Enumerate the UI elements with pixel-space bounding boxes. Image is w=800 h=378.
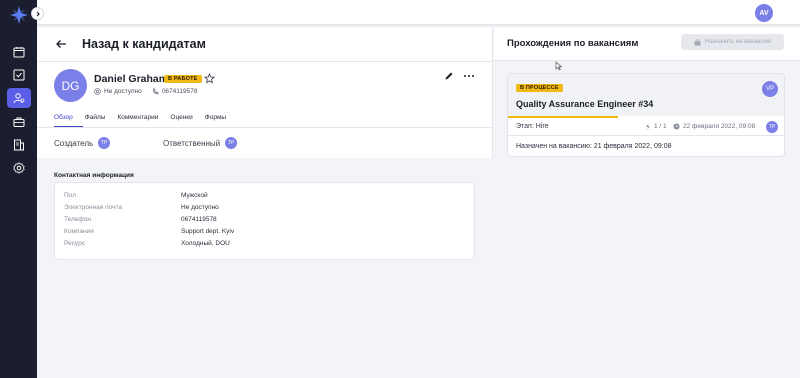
arrow-left-icon[interactable] bbox=[54, 37, 68, 51]
sidebar-collapse-button[interactable] bbox=[31, 7, 44, 20]
email-info: Не доступно bbox=[94, 88, 142, 95]
reports-icon bbox=[14, 139, 24, 151]
top-bar: AV bbox=[37, 0, 800, 26]
vacancies-title: Прохождения по вакансиям bbox=[507, 38, 639, 49]
tab-comments[interactable]: Комментарии bbox=[117, 111, 158, 126]
roles-row: Создатель TP Ответственный TP bbox=[54, 137, 474, 151]
tab-ratings[interactable]: Оценки bbox=[170, 111, 192, 126]
contact-value: Не доступно bbox=[181, 204, 219, 211]
tab-overview[interactable]: Обзор bbox=[54, 111, 73, 126]
vacancy-stage-count: 1 / 1 bbox=[645, 123, 667, 130]
responsible-avatar[interactable]: TP bbox=[225, 137, 238, 149]
contact-label: Электронная почта bbox=[64, 204, 123, 211]
page-title[interactable]: Назад к кандидатам bbox=[82, 37, 206, 51]
contact-card: Пол Мужской Электронная почта Не доступн… bbox=[54, 182, 475, 260]
assign-vacancy-label: Назначить на вакансию bbox=[705, 39, 771, 45]
contact-label: Ресурс bbox=[64, 240, 85, 247]
briefcase-icon bbox=[694, 39, 701, 46]
creator-label: Создатель bbox=[54, 138, 94, 148]
vacancy-stage-row: Этап: Hire 1 / 1 22 февраля 2022, 09:08 … bbox=[508, 118, 784, 136]
contact-value: Support dept. Kyiv bbox=[181, 228, 235, 235]
contact-label: Телефон bbox=[64, 216, 91, 223]
vacancies-panel: Прохождения по вакансиям Назначить на ва… bbox=[494, 28, 800, 378]
vacancy-stage-date: 22 февраля 2022, 09:08 bbox=[673, 123, 755, 130]
candidate-panel: Назад к кандидатам DG Daniel Graham В РА… bbox=[37, 28, 493, 378]
tab-bar: Обзор Файлы Комментарии Оценки Формы bbox=[54, 111, 238, 126]
contact-row: Пол Мужской bbox=[64, 192, 464, 202]
calendar-icon bbox=[13, 47, 25, 58]
checkbox-icon bbox=[13, 69, 25, 81]
logo-icon[interactable] bbox=[9, 5, 29, 25]
more-icon[interactable] bbox=[463, 72, 475, 80]
vacancy-title[interactable]: Quality Assurance Engineer #34 bbox=[516, 99, 653, 109]
phone-value[interactable]: 0674119578 bbox=[162, 88, 198, 95]
candidates-icon bbox=[13, 93, 25, 104]
sidebar-item-tasks[interactable] bbox=[7, 65, 31, 85]
vacancies-header: Прохождения по вакансиям Назначить на ва… bbox=[494, 28, 800, 61]
assign-vacancy-button[interactable]: Назначить на вакансию bbox=[681, 34, 784, 50]
sidebar bbox=[0, 0, 37, 378]
chevron-right-icon bbox=[36, 11, 40, 16]
candidate-avatar: DG bbox=[54, 69, 87, 102]
phone-icon bbox=[152, 88, 159, 95]
briefcase-icon bbox=[13, 117, 25, 127]
candidate-name: Daniel Graham bbox=[94, 73, 169, 85]
tab-files[interactable]: Файлы bbox=[85, 111, 106, 126]
stage-count-value: 1 / 1 bbox=[654, 123, 667, 130]
sidebar-item-reports[interactable] bbox=[7, 135, 31, 155]
contact-section-title: Контактная информация bbox=[54, 172, 134, 179]
vacancy-assigned-date: Назначен на вакансию: 21 февраля 2022, 0… bbox=[516, 143, 672, 150]
contact-row: Электронная почта Не доступно bbox=[64, 204, 464, 214]
at-icon bbox=[94, 88, 101, 95]
candidate-meta: Не доступно 0674119578 bbox=[94, 88, 207, 95]
star-icon[interactable] bbox=[204, 73, 215, 84]
vacancy-status-badge: В ПРОЦЕССЕ bbox=[516, 84, 563, 92]
vacancy-recruiter-avatar[interactable]: TP bbox=[766, 121, 778, 133]
contact-value: Холодный, DOU bbox=[181, 240, 230, 247]
vacancy-card-header: В ПРОЦЕССЕ Quality Assurance Engineer #3… bbox=[508, 74, 784, 116]
divider bbox=[37, 127, 493, 128]
contact-value: Мужской bbox=[181, 192, 208, 199]
sidebar-item-vacancies[interactable] bbox=[7, 112, 31, 132]
sidebar-item-settings[interactable] bbox=[7, 158, 31, 178]
contact-row: Ресурс Холодный, DOU bbox=[64, 240, 464, 250]
stage-date-value: 22 февраля 2022, 09:08 bbox=[683, 123, 756, 130]
contact-label: Компания bbox=[64, 228, 94, 235]
back-link[interactable]: Назад к кандидатам bbox=[54, 36, 206, 52]
contact-label: Пол bbox=[64, 192, 76, 199]
sidebar-item-candidates[interactable] bbox=[7, 88, 31, 108]
sidebar-item-calendar[interactable] bbox=[7, 42, 31, 62]
vacancy-avatar[interactable]: VP bbox=[762, 81, 778, 97]
lightning-icon bbox=[646, 123, 650, 130]
mouse-cursor-icon bbox=[555, 61, 563, 71]
overview-content: Контактная информация Пол Мужской Электр… bbox=[37, 158, 493, 378]
contact-row: Компания Support dept. Kyiv bbox=[64, 228, 464, 238]
creator-avatar[interactable]: TP bbox=[98, 137, 111, 149]
divider bbox=[37, 61, 493, 62]
email-value: Не доступно bbox=[104, 88, 142, 95]
settings-icon bbox=[13, 162, 25, 174]
user-avatar[interactable]: AV bbox=[755, 4, 773, 22]
clock-icon bbox=[673, 123, 680, 130]
tab-forms[interactable]: Формы bbox=[205, 111, 226, 126]
contact-value[interactable]: 0674119578 bbox=[181, 216, 217, 223]
creator-role: Создатель TP bbox=[54, 137, 111, 149]
status-badge[interactable]: В РАБОТЕ bbox=[164, 75, 202, 83]
responsible-label: Ответственный bbox=[163, 138, 221, 148]
phone-info: 0674119578 bbox=[152, 88, 198, 95]
vacancy-stage: Этап: Hire bbox=[516, 123, 549, 130]
responsible-role: Ответственный TP bbox=[163, 137, 238, 149]
edit-icon[interactable] bbox=[444, 71, 454, 81]
vacancy-card[interactable]: В ПРОЦЕССЕ Quality Assurance Engineer #3… bbox=[507, 73, 785, 157]
contact-row: Телефон 0674119578 bbox=[64, 216, 464, 226]
